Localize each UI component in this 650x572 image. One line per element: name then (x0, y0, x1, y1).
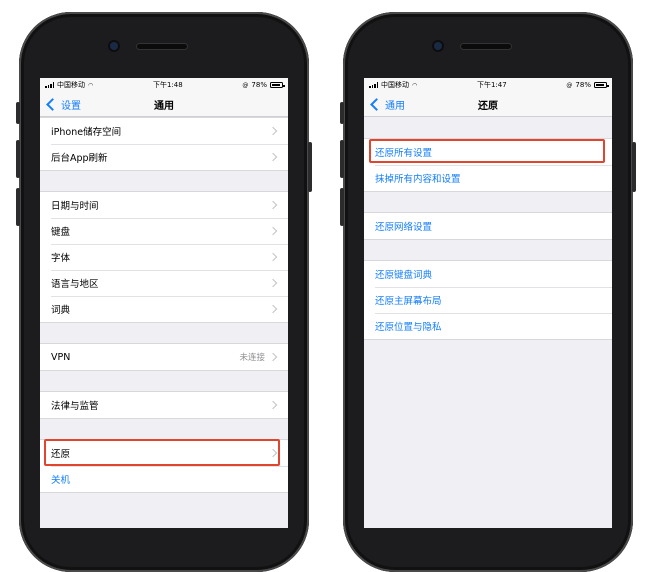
row-label: 词典 (51, 305, 71, 316)
front-camera (434, 42, 442, 50)
row-reset-home-layout[interactable]: 还原主屏幕布局 (364, 287, 612, 313)
chevron-right-icon (268, 304, 278, 314)
chevron-right-icon (268, 352, 278, 362)
chevron-right-icon (268, 126, 278, 136)
row-erase-all-content[interactable]: 抹掉所有内容和设置 (364, 165, 612, 191)
chevron-right-icon (268, 400, 278, 410)
row-keyboard[interactable]: 键盘 (40, 218, 288, 244)
row-reset-all-settings[interactable]: 还原所有设置 (364, 139, 612, 165)
back-button-settings[interactable]: 设置 (45, 92, 81, 116)
row-fonts[interactable]: 字体 (40, 244, 288, 270)
row-label: 抹掉所有内容和设置 (375, 174, 461, 185)
status-time: 下午1:48 (152, 81, 183, 89)
status-bar: 中国移动 ◠ 下午1:47 @ 78% (364, 78, 612, 92)
screen-reset: 中国移动 ◠ 下午1:47 @ 78% 通用 还原 还原所有设置 抹掉所有内容和 (364, 78, 612, 528)
row-label: 还原 (51, 449, 71, 460)
battery-icon (593, 82, 609, 88)
front-camera (110, 42, 118, 50)
row-shutdown[interactable]: 关机 (40, 466, 288, 492)
row-reset[interactable]: 还原 (40, 440, 288, 466)
phone-left: 中国移动 ◠ 下午1:48 @ 78% 设置 通用 iPhone储存空间 后台A… (16, 12, 312, 572)
row-label: 日期与时间 (51, 201, 99, 212)
chevron-right-icon (268, 252, 278, 262)
group-storage: iPhone储存空间 后台App刷新 (40, 117, 288, 171)
volume-up-button (340, 140, 344, 178)
row-dictionary[interactable]: 词典 (40, 296, 288, 322)
battery-percent: 78% (575, 81, 591, 89)
page-title: 还原 (478, 100, 498, 112)
group-legal: 法律与监管 (40, 391, 288, 419)
volume-down-button (340, 188, 344, 226)
navigation-bar: 通用 还原 (364, 92, 612, 117)
row-label: 关机 (51, 475, 71, 486)
row-label: 后台App刷新 (51, 153, 108, 164)
wifi-icon: ◠ (88, 81, 94, 89)
earpiece-speaker (461, 44, 511, 49)
mute-switch (340, 102, 344, 124)
signal-icon (45, 82, 54, 88)
group-reset-all: 还原所有设置 抹掉所有内容和设置 (364, 138, 612, 192)
vpn-status: 未连接 (239, 353, 265, 363)
chevron-right-icon (268, 278, 278, 288)
volume-up-button (16, 140, 20, 178)
group-network: 还原网络设置 (364, 212, 612, 240)
row-label: 还原键盘词典 (375, 270, 433, 281)
chevron-right-icon (268, 152, 278, 162)
battery-icon (269, 82, 285, 88)
volume-down-button (16, 188, 20, 226)
carrier-label: 中国移动 (57, 81, 85, 89)
row-reset-location-privacy[interactable]: 还原位置与隐私 (364, 313, 612, 339)
row-label: 键盘 (51, 227, 71, 238)
earpiece-speaker (137, 44, 187, 49)
group-keyboard-home-location: 还原键盘词典 还原主屏幕布局 还原位置与隐私 (364, 260, 612, 340)
row-label: 字体 (51, 253, 71, 264)
carrier-label: 中国移动 (381, 81, 409, 89)
row-reset-keyboard-dictionary[interactable]: 还原键盘词典 (364, 261, 612, 287)
row-background-refresh[interactable]: 后台App刷新 (40, 144, 288, 170)
row-iphone-storage[interactable]: iPhone储存空间 (40, 118, 288, 144)
chevron-left-icon (370, 97, 383, 111)
row-label: 还原所有设置 (375, 148, 433, 159)
battery-percent: 78% (251, 81, 267, 89)
row-label: 语言与地区 (51, 279, 99, 290)
wifi-icon: ◠ (412, 81, 418, 89)
group-date-keyboard: 日期与时间 键盘 字体 语言与地区 词典 (40, 191, 288, 323)
mute-switch (16, 102, 20, 124)
row-label: 还原主屏幕布局 (375, 296, 442, 307)
row-label: VPN (51, 351, 71, 363)
status-time: 下午1:47 (476, 81, 507, 89)
chevron-right-icon (268, 200, 278, 210)
orientation-lock-icon: @ (566, 81, 573, 89)
navigation-bar: 设置 通用 (40, 92, 288, 117)
power-button (308, 142, 312, 192)
row-legal-regulatory[interactable]: 法律与监管 (40, 392, 288, 418)
row-label: 还原位置与隐私 (375, 322, 442, 333)
chevron-left-icon (46, 97, 59, 111)
back-label: 通用 (385, 100, 405, 112)
orientation-lock-icon: @ (242, 81, 249, 89)
screen-general-settings: 中国移动 ◠ 下午1:48 @ 78% 设置 通用 iPhone储存空间 后台A… (40, 78, 288, 528)
back-label: 设置 (61, 100, 81, 112)
row-language-region[interactable]: 语言与地区 (40, 270, 288, 296)
power-button (632, 142, 636, 192)
chevron-right-icon (268, 226, 278, 236)
phone-right: 中国移动 ◠ 下午1:47 @ 78% 通用 还原 还原所有设置 抹掉所有内容和 (340, 12, 636, 572)
group-reset-shutdown: 还原 关机 (40, 439, 288, 493)
status-bar: 中国移动 ◠ 下午1:48 @ 78% (40, 78, 288, 92)
row-vpn[interactable]: VPN 未连接 (40, 344, 288, 370)
signal-icon (369, 82, 378, 88)
row-date-time[interactable]: 日期与时间 (40, 192, 288, 218)
page-title: 通用 (154, 100, 174, 112)
group-vpn: VPN 未连接 (40, 343, 288, 371)
row-label: 还原网络设置 (375, 222, 433, 233)
row-label: iPhone储存空间 (51, 127, 122, 138)
chevron-right-icon (268, 448, 278, 458)
row-label: 法律与监管 (51, 401, 99, 412)
back-button-general[interactable]: 通用 (369, 92, 405, 116)
row-reset-network[interactable]: 还原网络设置 (364, 213, 612, 239)
